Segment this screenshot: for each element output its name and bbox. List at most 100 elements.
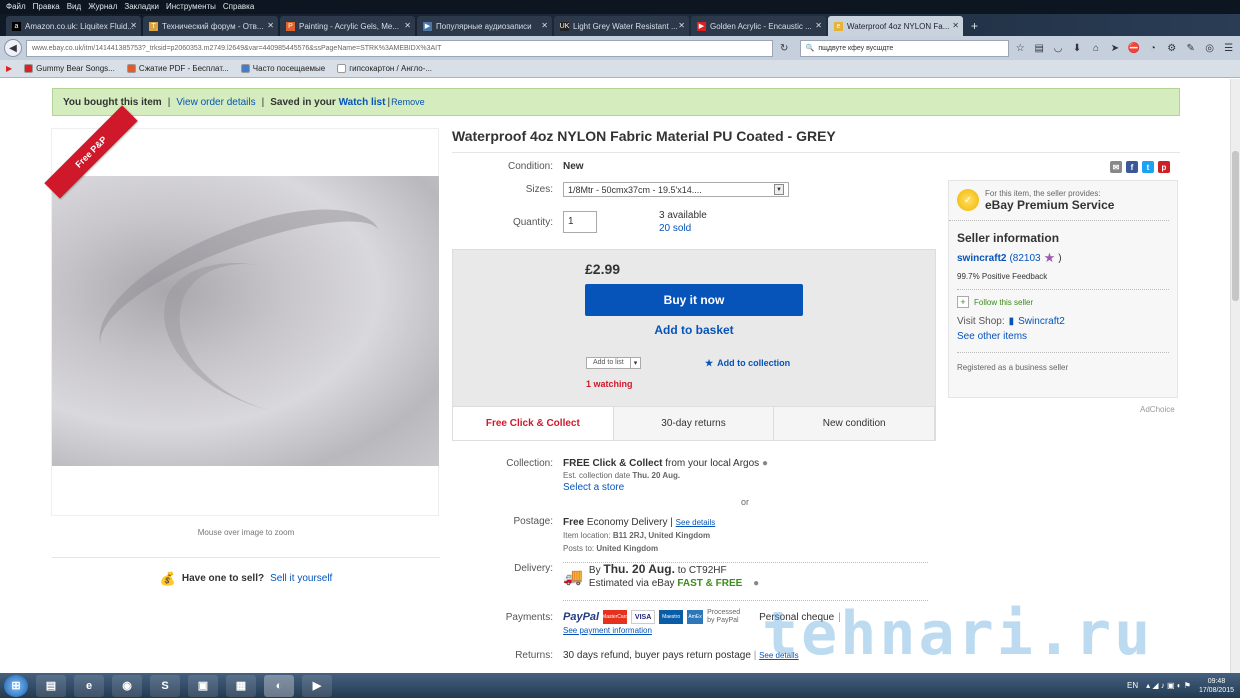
browser-navbar: ◀ www.ebay.co.uk/itm/141441385753?_trksi… — [0, 36, 1240, 60]
shop-link[interactable]: Swincraft2 — [1018, 316, 1065, 327]
star-icon[interactable]: ☆ — [1013, 41, 1028, 56]
bookmark-item[interactable]: Gummy Bear Songs... — [24, 64, 115, 73]
browser-tab[interactable]: P Painting - Acrylic Gels, Me... ✕ — [280, 16, 415, 36]
perk-tab[interactable]: Free Click & Collect — [453, 407, 614, 440]
quantity-input[interactable]: 1 — [563, 211, 597, 233]
processed-by-paypal: Processed by PayPal — [707, 609, 741, 624]
see-other-items-link[interactable]: See other items — [957, 331, 1169, 342]
firefox-icon[interactable]: ◐ — [264, 674, 294, 697]
menu-item[interactable]: Файл — [6, 2, 26, 12]
home-icon[interactable]: ⌂ — [1089, 41, 1104, 56]
money-bag-icon: 💰 — [159, 570, 176, 586]
view-order-link[interactable]: View order details — [176, 97, 255, 108]
info-icon[interactable]: ● — [753, 578, 759, 589]
bookmark-item[interactable]: гипсокартон / Англо-... — [337, 64, 432, 73]
close-icon[interactable]: ✕ — [130, 21, 137, 30]
close-icon[interactable]: ✕ — [815, 21, 822, 30]
browser-tab[interactable]: e Waterproof 4oz NYLON Fa... ✕ — [828, 16, 963, 36]
close-icon[interactable]: ✕ — [404, 21, 411, 30]
app5-icon[interactable]: ▣ — [188, 674, 218, 697]
payments-label: Payments: — [505, 612, 553, 623]
sell-it-link[interactable]: Sell it yourself — [270, 573, 332, 584]
new-tab-button[interactable]: + — [965, 19, 984, 36]
premium-service: ✓ For this item, the seller provides: eB… — [949, 181, 1169, 221]
info-icon[interactable]: ● — [762, 458, 768, 469]
reload-icon[interactable]: ↻ — [777, 41, 792, 56]
menu-item[interactable]: Вид — [67, 2, 81, 12]
add-to-basket-button[interactable]: Add to basket — [585, 323, 803, 337]
url-bar[interactable]: www.ebay.co.uk/itm/141441385753?_trksid=… — [25, 39, 773, 57]
back-button[interactable]: ◀ — [4, 39, 22, 57]
remove-link[interactable]: Remove — [391, 97, 425, 107]
browser-tab[interactable]: UK Light Grey Water Resistant ... ✕ — [554, 16, 689, 36]
feedback-score-link[interactable]: (82103 — [1009, 253, 1040, 264]
twitter-icon[interactable]: t — [1142, 161, 1154, 173]
hamburger-menu-icon[interactable]: ☰ — [1221, 41, 1236, 56]
download-icon[interactable]: ⬇ — [1070, 41, 1085, 56]
seller-info-title: Seller information — [957, 231, 1060, 245]
sync-icon[interactable]: ⚙ — [1164, 41, 1179, 56]
browser-tab[interactable]: ▶ Golden Acrylic - Encaustic ... ✕ — [691, 16, 826, 36]
adblock-icon[interactable]: ⛔ — [1126, 41, 1141, 56]
close-icon[interactable]: ✕ — [952, 21, 959, 30]
perk-tab[interactable]: New condition — [774, 407, 936, 440]
tools-icon[interactable]: ✎ — [1183, 41, 1198, 56]
search-engine-icon: 🔍 — [805, 45, 815, 52]
browser-tab[interactable]: T Технический форум - Отв... ✕ — [143, 16, 278, 36]
scrollbar-thumb[interactable] — [1232, 151, 1239, 301]
sold-link[interactable]: 20 sold — [659, 223, 691, 234]
media-icon[interactable]: ▶ — [302, 674, 332, 697]
chrome-icon[interactable]: ◉ — [112, 674, 142, 697]
see-details-link[interactable]: See details — [676, 518, 716, 527]
facebook-icon[interactable]: f — [1126, 161, 1138, 173]
product-photo[interactable] — [52, 176, 439, 466]
explorer-icon[interactable]: ▤ — [36, 674, 66, 697]
app6-icon[interactable]: ▦ — [226, 674, 256, 697]
bookmark-item[interactable]: Сжатие PDF - Бесплат... — [126, 64, 229, 73]
watch-list-link[interactable]: Watch list — [339, 97, 386, 108]
search-box[interactable]: 🔍 пщдвуте кфеу вусшдте — [799, 39, 1009, 57]
payment-info-link[interactable]: See payment information — [563, 626, 652, 635]
browser-tab[interactable]: a Amazon.co.uk: Liquitex Fluid... ✕ — [6, 16, 141, 36]
bookmark-item[interactable]: Часто посещаемые — [240, 64, 325, 73]
seller-name-link[interactable]: swincraft2 — [957, 253, 1006, 264]
menu-item[interactable]: Правка — [33, 2, 60, 12]
select-store-link[interactable]: Select a store — [563, 482, 624, 493]
clock[interactable]: 09:48 17/08/2015 — [1199, 677, 1234, 695]
fast-free-badge: FAST & FREE — [677, 578, 743, 589]
add-to-collection-link[interactable]: ★ Add to collection — [705, 358, 790, 369]
tray-icons[interactable]: ▴ ◢ ♪ ▣ ◐ ⚑ — [1146, 681, 1191, 690]
available-count: 3 available — [659, 210, 707, 221]
add-to-list-dropdown[interactable]: Add to list ▾ — [586, 357, 642, 369]
pocket-icon[interactable]: ◡ — [1051, 41, 1066, 56]
or-text: or — [740, 497, 749, 507]
email-icon[interactable]: ✉ — [1110, 161, 1122, 173]
ie-icon[interactable]: e — [74, 674, 104, 697]
bookmarks-bar: ▶ Gummy Bear Songs... Сжатие PDF - Бесплат… — [0, 60, 1240, 78]
page-scrollbar[interactable] — [1230, 79, 1240, 673]
skype-icon[interactable]: S — [150, 674, 180, 697]
menu-item[interactable]: Справка — [223, 2, 254, 12]
close-icon[interactable]: ✕ — [267, 21, 274, 30]
web-page: You bought this item | View order detail… — [0, 79, 1240, 673]
menu-item[interactable]: Инструменты — [166, 2, 216, 12]
pinterest-icon[interactable]: p — [1158, 161, 1170, 173]
bookmarks-icon[interactable]: ▤ — [1032, 41, 1047, 56]
close-icon[interactable]: ✕ — [678, 21, 685, 30]
close-icon[interactable]: ✕ — [541, 21, 548, 30]
menu-item[interactable]: Журнал — [88, 2, 117, 12]
buy-now-button[interactable]: Buy it now — [585, 284, 803, 316]
start-button[interactable]: ⊞ — [4, 674, 28, 697]
language-indicator[interactable]: EN — [1127, 681, 1138, 690]
extension-icon[interactable]: ◎ — [1202, 41, 1217, 56]
perks-bar: Free Click & Collect 30-day returns New co… — [452, 406, 936, 441]
addon-icon[interactable]: ◔ — [1145, 41, 1160, 56]
share-icon[interactable]: ➤ — [1107, 41, 1122, 56]
follow-seller[interactable]: + Follow this seller — [957, 296, 1169, 308]
adchoice-label[interactable]: AdChoice — [1140, 405, 1175, 414]
perk-tab[interactable]: 30-day returns — [614, 407, 775, 440]
youtube-icon: ▶ — [697, 21, 706, 31]
menu-item[interactable]: Закладки — [124, 2, 159, 12]
browser-tab[interactable]: ▶ Популярные аудиозаписи ✕ — [417, 16, 552, 36]
sizes-select[interactable]: 1/8Mtr - 50cmx37cm - 19.5'x14.... ▼ — [563, 182, 789, 197]
